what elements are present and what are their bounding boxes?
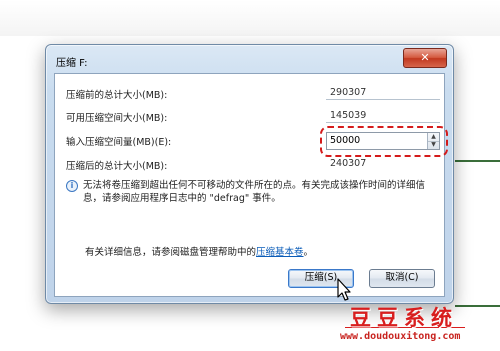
shrink-dialog: 压缩 F: ✕ 压缩前的总计大小(MB): 290307 可用压缩空间大小(MB… bbox=[45, 44, 454, 304]
mouse-cursor-icon bbox=[337, 278, 351, 301]
highlight-annotation bbox=[320, 126, 448, 157]
info-icon: i bbox=[66, 180, 78, 192]
shrink-amount-label: 输入压缩空间量(MB)(E): bbox=[66, 137, 172, 148]
help-prefix: 有关详细信息，请参阅磁盘管理帮助中的 bbox=[85, 247, 257, 258]
total-after-value: 240307 bbox=[330, 158, 367, 169]
dialog-body: 压缩前的总计大小(MB): 290307 可用压缩空间大小(MB): 14503… bbox=[54, 73, 448, 297]
total-before-value: 290307 bbox=[326, 86, 440, 100]
cancel-button[interactable]: 取消(C) bbox=[369, 269, 435, 288]
help-suffix: 。 bbox=[303, 247, 314, 258]
dialog-titlebar[interactable]: 压缩 F: ✕ bbox=[46, 45, 453, 73]
watermark-url: www.doudouxitong.com bbox=[340, 331, 461, 342]
help-link[interactable]: 压缩基本卷 bbox=[256, 247, 304, 258]
watermark-title: 豆豆系统 bbox=[350, 305, 458, 330]
dialog-title: 压缩 F: bbox=[56, 58, 88, 69]
help-line: 有关详细信息，请参阅磁盘管理帮助中的压缩基本卷。 bbox=[85, 244, 313, 258]
warning-message: 无法将卷压缩到超出任何不可移动的文件所在的点。有关完成该操作时间的详细信息，请参… bbox=[83, 180, 426, 204]
background-divider bbox=[455, 160, 500, 162]
close-button[interactable]: ✕ bbox=[403, 48, 447, 68]
close-icon: ✕ bbox=[420, 51, 430, 64]
background-divider bbox=[455, 305, 500, 307]
available-space-label: 可用压缩空间大小(MB): bbox=[66, 113, 168, 124]
available-space-value: 145039 bbox=[326, 109, 440, 123]
total-after-label: 压缩后的总计大小(MB): bbox=[66, 161, 168, 172]
desktop-background bbox=[0, 0, 500, 36]
total-before-label: 压缩前的总计大小(MB): bbox=[66, 90, 168, 101]
